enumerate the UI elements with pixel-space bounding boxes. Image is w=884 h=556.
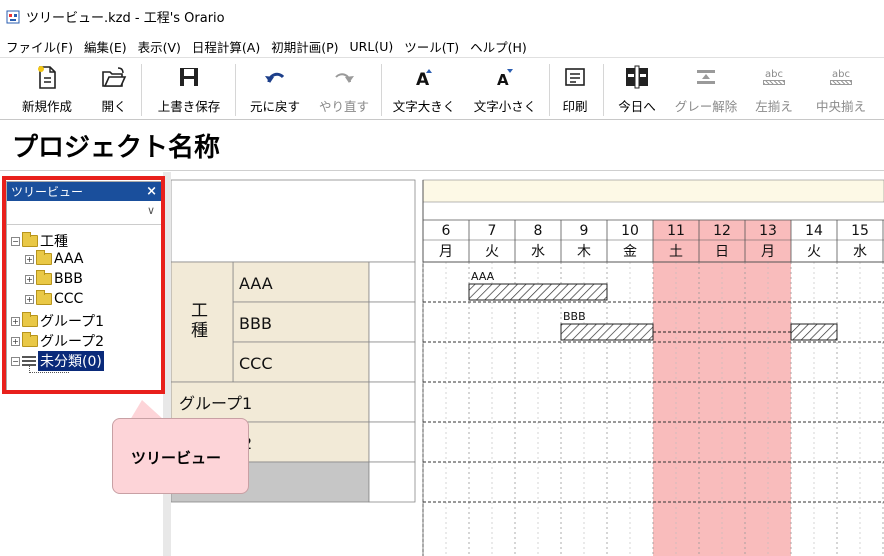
undo-arrow-icon xyxy=(265,72,285,83)
open-folder-icon xyxy=(102,67,127,87)
row-label: BBB xyxy=(239,314,272,333)
font-larger-button[interactable]: A 文字大きく xyxy=(389,62,459,116)
align-left-button[interactable]: abc 左揃え xyxy=(750,62,798,116)
day-weekday: 火 xyxy=(485,244,499,260)
schedule-grid-area: AAABBBCCC工種グループ1グループ26月7火8水9木10金11土12日13… xyxy=(163,172,884,556)
toolbar-separator xyxy=(235,64,236,116)
day-number: 9 xyxy=(580,223,589,239)
day-number: 12 xyxy=(713,223,731,239)
row-extra-cell xyxy=(368,261,416,303)
gray-clear-icon xyxy=(697,70,715,84)
day-weekday: 水 xyxy=(853,244,867,260)
menu-edit[interactable]: 編集(E) xyxy=(84,37,127,56)
align-center-button[interactable]: abc 中央揃え xyxy=(810,62,872,116)
toolbar-separator xyxy=(549,64,550,116)
toolbar-separator xyxy=(603,64,604,116)
gantt-bar-label: BBB xyxy=(563,310,586,323)
schedule-grid[interactable]: AAABBBCCC工種グループ1グループ26月7火8水9木10金11土12日13… xyxy=(171,172,884,556)
menu-bar: ファイル(F) 編集(E) 表示(V) 日程計算(A) 初期計画(P) URL(… xyxy=(0,36,884,58)
gantt-bar[interactable] xyxy=(468,283,608,301)
window-title: ツリービュー.kzd - 工程's Orario xyxy=(26,11,225,26)
day-weekday: 金 xyxy=(623,244,637,260)
new-button[interactable]: 新規作成 xyxy=(14,62,80,116)
day-weekday: 土 xyxy=(669,244,683,260)
font-smaller-button[interactable]: A 文字小さく xyxy=(470,62,540,116)
gray-clear-button[interactable]: グレー解除 xyxy=(672,62,740,116)
align-left-icon: abc xyxy=(759,62,789,92)
callout-label: ツリービュー xyxy=(131,449,222,467)
day-weekday: 火 xyxy=(807,244,821,260)
day-number: 6 xyxy=(442,223,451,239)
day-number: 13 xyxy=(759,223,777,239)
gantt-bar[interactable] xyxy=(790,323,838,341)
day-number: 15 xyxy=(851,223,869,239)
today-calendar-icon xyxy=(626,65,648,89)
row-label: AAA xyxy=(239,274,273,293)
menu-tools[interactable]: ツール(T) xyxy=(404,37,459,56)
toolbar-separator xyxy=(381,64,382,116)
svg-text:A: A xyxy=(497,71,509,88)
menu-help[interactable]: ヘルプ(H) xyxy=(470,37,527,56)
toolbar-separator xyxy=(141,64,142,116)
group-row-extra-cell xyxy=(368,381,416,423)
today-button[interactable]: 今日へ xyxy=(613,62,661,116)
group-label: 工 xyxy=(191,301,208,321)
unassigned-row-extra-cell xyxy=(368,461,416,503)
day-number: 8 xyxy=(534,223,543,239)
group-row-label: グループ1 xyxy=(179,394,252,413)
day-number: 10 xyxy=(621,223,639,239)
day-weekday: 日 xyxy=(715,244,729,260)
app-icon xyxy=(6,10,20,23)
new-file-icon xyxy=(38,66,56,89)
font-up-icon: A xyxy=(416,69,432,88)
highlight-box xyxy=(2,176,165,394)
align-center-icon: abc xyxy=(826,62,856,92)
title-bar: ツリービュー.kzd - 工程's Orario xyxy=(0,0,884,33)
row-extra-cell xyxy=(368,301,416,343)
redo-button[interactable]: やり直す xyxy=(316,62,372,116)
save-button[interactable]: 上書き保存 xyxy=(152,62,226,116)
menu-schedule[interactable]: 日程計算(A) xyxy=(192,37,260,56)
menu-view[interactable]: 表示(V) xyxy=(138,37,181,56)
group-row-extra-cell xyxy=(368,421,416,463)
print-icon xyxy=(565,68,585,86)
print-button[interactable]: 印刷 xyxy=(557,62,593,116)
day-number: 7 xyxy=(488,223,497,239)
header-corner xyxy=(171,179,416,263)
menu-url[interactable]: URL(U) xyxy=(350,39,394,54)
undo-button[interactable]: 元に戻す xyxy=(247,62,303,116)
toolbar: 新規作成 開く 上書き保存 元に戻す やり直す A 文字大きく A 文字小さく … xyxy=(0,58,884,120)
tree-view-callout: ツリービュー xyxy=(112,418,249,494)
day-weekday: 水 xyxy=(531,244,545,260)
menu-initial-plan[interactable]: 初期計画(P) xyxy=(271,37,338,56)
project-title-bar: プロジェクト名称 xyxy=(0,121,884,171)
day-weekday: 木 xyxy=(577,244,591,260)
gantt-bar-label: AAA xyxy=(471,270,495,283)
redo-arrow-icon xyxy=(335,73,354,83)
header-band xyxy=(422,179,884,203)
project-title[interactable]: プロジェクト名称 xyxy=(12,127,220,164)
callout-tail xyxy=(130,400,164,420)
save-disk-icon xyxy=(180,68,198,86)
day-weekday: 月 xyxy=(761,244,775,260)
gantt-bar[interactable] xyxy=(560,323,654,341)
open-button[interactable]: 開く xyxy=(96,62,132,116)
day-number: 11 xyxy=(667,223,685,239)
day-number: 14 xyxy=(805,223,823,239)
row-label: CCC xyxy=(239,354,273,373)
day-weekday: 月 xyxy=(439,244,453,260)
font-down-icon: A xyxy=(497,69,513,88)
group-label: 種 xyxy=(191,321,208,341)
row-extra-cell xyxy=(368,341,416,383)
menu-file[interactable]: ファイル(F) xyxy=(6,37,73,56)
